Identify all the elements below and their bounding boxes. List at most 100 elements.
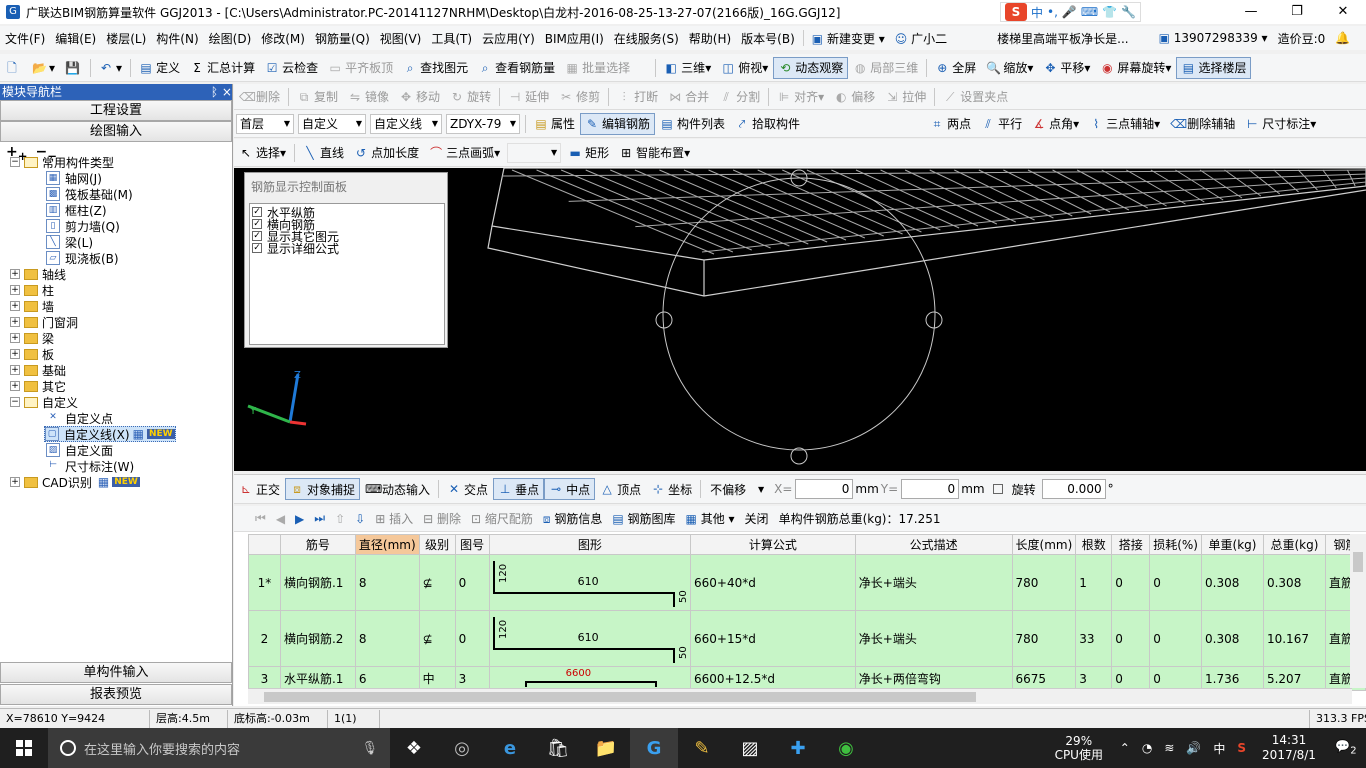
y-offset-input[interactable]: 0	[901, 479, 960, 499]
cell-shape[interactable]: 6600	[488, 666, 692, 691]
tree-item-frame-column[interactable]: ▥ 框柱(Z)	[46, 202, 107, 218]
expand-toggle-icon[interactable]: +	[10, 349, 20, 359]
expand-toggle-icon[interactable]: +	[10, 269, 20, 279]
move-down-icon[interactable]: ⇩	[355, 512, 365, 526]
perpendicular-snap-button[interactable]: ⊥ 垂点	[493, 478, 545, 500]
col-header-total-weight[interactable]: 总重(kg)	[1262, 534, 1326, 555]
minimize-button[interactable]: —	[1228, 0, 1274, 24]
tray-expand-icon[interactable]: ⌃	[1114, 741, 1136, 755]
component-list-button[interactable]: ▤ 构件列表	[655, 113, 730, 135]
trim-button[interactable]: ✂ 修剪	[554, 86, 605, 108]
collapse-toggle-icon[interactable]: −	[10, 157, 20, 167]
volume-icon[interactable]: 🔊	[1180, 741, 1207, 755]
dynamic-view-button[interactable]: ⟲ 动态观察	[773, 56, 849, 79]
row-number[interactable]: 2	[248, 610, 281, 667]
table-row[interactable]: 3 水平纵筋.1 6 中 3 6600 6600+12.5*d 净长+两倍弯钩 …	[248, 666, 1366, 691]
menu-component[interactable]: 构件(N)	[151, 30, 203, 47]
mirror-button[interactable]: ⇋ 镜像	[343, 86, 394, 108]
col-header-bar-no[interactable]: 筋号	[279, 534, 356, 555]
checkbox-checked-icon[interactable]: ✓	[252, 219, 262, 229]
split-button[interactable]: ⫽ 分割	[714, 86, 765, 108]
tree-node-common[interactable]: − 常用构件类型	[10, 154, 114, 170]
cell-total-weight[interactable]: 10.167	[1262, 610, 1326, 667]
subtype-select[interactable]: 自定义线 ▼	[370, 113, 442, 134]
expand-toggle-icon[interactable]: +	[10, 381, 20, 391]
cell-bar-name[interactable]: 水平纵筋.1	[279, 666, 356, 691]
last-record-icon[interactable]: ⏭	[314, 511, 325, 526]
price-bean[interactable]: 造价豆:0	[1273, 30, 1331, 47]
cell-diameter[interactable]: 8	[354, 610, 420, 667]
find-element-button[interactable]: ⌕ 查找图元	[398, 57, 473, 79]
col-header-shape[interactable]: 图形	[488, 534, 692, 555]
edge-icon[interactable]: e	[486, 728, 534, 768]
expand-toggle-icon[interactable]: +	[10, 333, 20, 343]
cell-diameter[interactable]: 6	[354, 666, 420, 691]
sogou-icon[interactable]: S	[1005, 3, 1027, 21]
cell-unit-weight[interactable]: 0.308	[1201, 554, 1264, 611]
other-button[interactable]: ▦ 其他 ▾	[686, 510, 735, 527]
col-header-count[interactable]: 根数	[1075, 534, 1113, 555]
vertex-snap-button[interactable]: △ 顶点	[595, 478, 646, 500]
scrollbar-thumb[interactable]	[264, 692, 976, 702]
wifi-icon[interactable]: ≋	[1158, 741, 1180, 755]
menu-tools[interactable]: 工具(T)	[426, 30, 477, 47]
scale-rebar-button[interactable]: ⊡ 缩尺配筋	[471, 510, 533, 527]
define-button[interactable]: ▤ 定义	[134, 57, 185, 79]
col-header-loss[interactable]: 损耗(%)	[1149, 534, 1202, 555]
checkbox-checked-icon[interactable]: ✓	[252, 231, 262, 241]
lang-indicator[interactable]: 中	[1207, 740, 1231, 757]
smart-layout-button[interactable]: ⊞ 智能布置 ▾	[614, 142, 695, 164]
pick-component-button[interactable]: ⤤ 拾取构件	[730, 113, 805, 135]
file-explorer-icon[interactable]: 📁	[582, 728, 630, 768]
start-button[interactable]	[0, 728, 48, 768]
menu-modify[interactable]: 修改(M)	[256, 30, 310, 47]
drawing-input-button[interactable]: 绘图输入	[0, 121, 232, 142]
expand-toggle-icon[interactable]: +	[10, 301, 20, 311]
cell-desc[interactable]: 净长+端头	[854, 610, 1013, 667]
view-rebar-button[interactable]: ⌕ 查看钢筋量	[473, 57, 560, 79]
cell-shape[interactable]: 120 610 50	[488, 610, 692, 667]
store-icon[interactable]: 🛍	[534, 728, 582, 768]
expand-toggle-icon[interactable]: +	[10, 477, 20, 487]
tree-node-foundation[interactable]: + 基础	[10, 362, 66, 378]
tree-item-custom-face[interactable]: ▨ 自定义面	[46, 442, 113, 458]
cell-grade[interactable]: ⊈	[418, 610, 456, 667]
menu-file[interactable]: 文件(F)	[0, 30, 50, 47]
rotate-angle-input[interactable]: 0.000	[1041, 479, 1106, 499]
col-header-formula[interactable]: 计算公式	[690, 534, 856, 555]
question-link[interactable]: 楼梯里高端平板净长是...	[992, 30, 1133, 47]
three-point-arc-button[interactable]: ⌒ 三点画弧 ▾	[424, 142, 505, 164]
tree-node-cad[interactable]: + CAD识别 ▦ NEW	[10, 474, 140, 490]
horizontal-scrollbar[interactable]	[248, 688, 1352, 704]
vertical-scrollbar[interactable]	[1350, 534, 1366, 688]
nav-pin-close[interactable]: ᛒ ×	[211, 84, 232, 100]
move-button[interactable]: ✥ 移动	[394, 86, 445, 108]
tree-item-beam[interactable]: ╲ 梁(L)	[46, 234, 93, 250]
undo-button[interactable]: ↶ ▾	[94, 57, 127, 79]
tree-node-axis[interactable]: + 轴线	[10, 266, 66, 282]
keyboard-icon[interactable]: ⌨	[1081, 5, 1098, 19]
col-header-unit-weight[interactable]: 单重(kg)	[1201, 534, 1264, 555]
x-offset-input[interactable]: 0	[795, 479, 854, 499]
3d-button[interactable]: ◧ 三维 ▾	[659, 57, 716, 79]
midpoint-snap-button[interactable]: ⊸ 中点	[544, 478, 596, 500]
property-button[interactable]: ▤ 属性	[529, 113, 580, 135]
cell-loss[interactable]: 0	[1149, 666, 1202, 691]
project-settings-button[interactable]: 工程设置	[0, 100, 232, 121]
delete-button[interactable]: ⌫ 删除	[234, 86, 285, 108]
cell-count[interactable]: 1	[1075, 554, 1113, 611]
menu-help[interactable]: 帮助(H)	[684, 30, 736, 47]
close-grid-button[interactable]: 关闭	[745, 510, 769, 527]
tree-item-axis-grid[interactable]: ▦ 轴网(J)	[46, 170, 102, 186]
menu-cloud[interactable]: 云应用(Y)	[477, 30, 540, 47]
tree-node-wall[interactable]: + 墙	[10, 298, 54, 314]
menu-rebar[interactable]: 钢筋量(Q)	[310, 30, 375, 47]
merge-button[interactable]: ⋈ 合并	[663, 86, 714, 108]
tree-item-dimension[interactable]: ⊢ 尺寸标注(W)	[46, 458, 134, 474]
cell-unit-weight[interactable]: 1.736	[1201, 666, 1264, 691]
plus-app-icon[interactable]: ✚	[774, 728, 822, 768]
break-button[interactable]: ⫶ 打断	[612, 86, 663, 108]
expand-toggle-icon[interactable]: +	[10, 365, 20, 375]
cell-formula[interactable]: 6600+12.5*d	[690, 666, 856, 691]
pan-button[interactable]: ✥ 平移 ▾	[1038, 57, 1095, 79]
